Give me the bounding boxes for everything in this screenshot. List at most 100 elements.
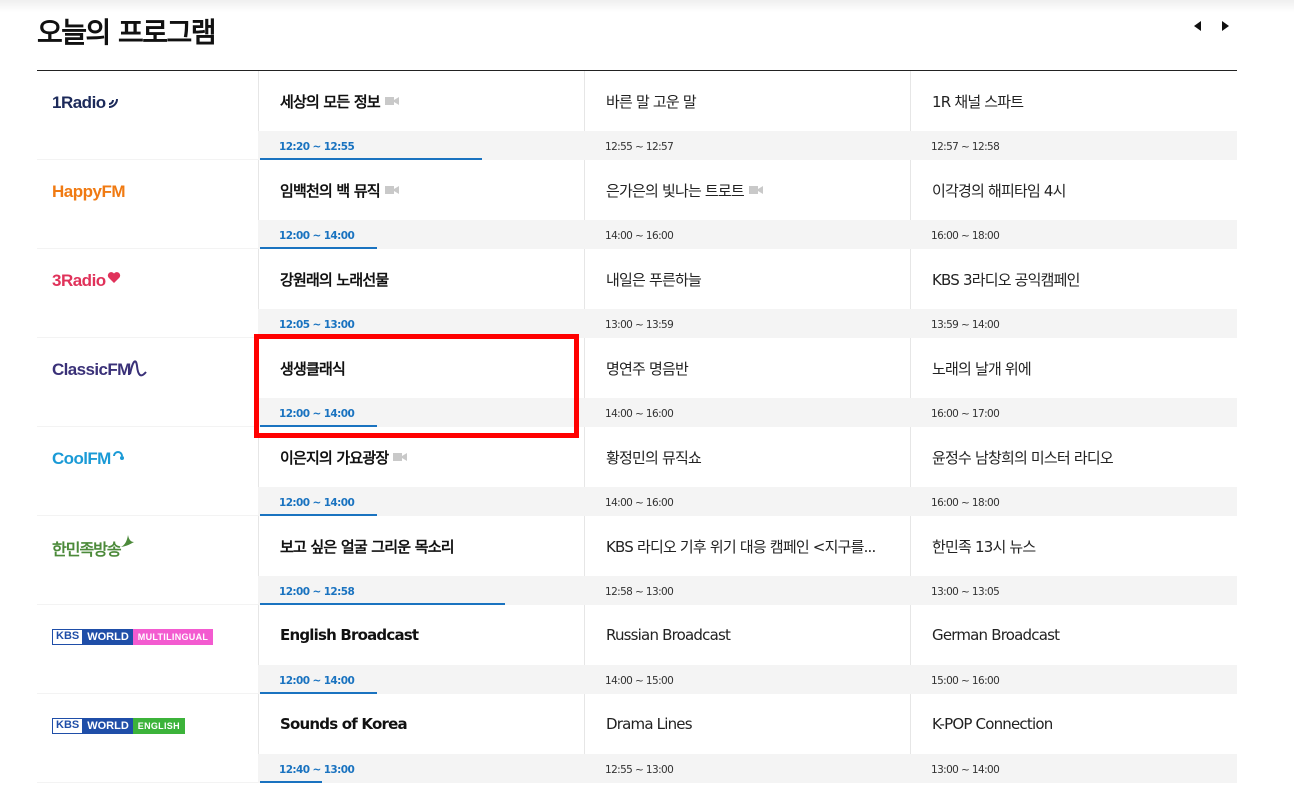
program-time-bar: 12:58 ~ 13:00 xyxy=(584,576,910,605)
program-title-link[interactable]: 한민족 13시 뉴스 xyxy=(910,516,1237,576)
program-name: 황정민의 뮤직쇼 xyxy=(606,448,702,467)
kbsworld-eng-logo[interactable]: KBS WORLD ENGLISH xyxy=(52,718,185,734)
schedule-nav xyxy=(1190,18,1232,34)
program-time-bar: 12:40 ~ 13:00 xyxy=(258,754,584,783)
program-time: 16:00 ~ 18:00 xyxy=(931,230,1000,242)
prev-arrow-button[interactable] xyxy=(1190,18,1204,34)
channel-cell: 1Radio xyxy=(37,71,258,160)
channel-row-1radio: 1Radio 세상의 모든 정보 12:20 ~ 12:55 바른 말 고운 말 12:… xyxy=(37,71,1237,160)
program-time: 14:00 ~ 16:00 xyxy=(605,230,674,242)
music-wave-icon xyxy=(128,360,147,377)
program-name: KBS 3라디오 공익캠페인 xyxy=(932,270,1080,289)
program-title-link[interactable]: 윤정수 남창희의 미스터 라디오 xyxy=(910,427,1237,487)
program-title-link[interactable]: 임백천의 백 뮤직 xyxy=(258,160,584,220)
program-cell: 세상의 모든 정보 12:20 ~ 12:55 xyxy=(258,71,584,160)
program-title-link[interactable]: 황정민의 뮤직쇼 xyxy=(584,427,910,487)
channel-row-coolfm: CoolFM 이은지의 가요광장 12:00 ~ 14:00 황정민의 뮤직쇼 14:0… xyxy=(37,427,1237,516)
classicfm-logo[interactable]: ClassicFM xyxy=(52,360,147,380)
program-title-link[interactable]: English Broadcast xyxy=(258,605,584,665)
program-name: 이은지의 가요광장 xyxy=(280,448,389,467)
program-time: 12:00 ~ 14:00 xyxy=(279,675,355,687)
program-title-link[interactable]: 내일은 푸른하늘 xyxy=(584,249,910,309)
program-time-bar: 16:00 ~ 18:00 xyxy=(910,220,1237,249)
program-name: 바른 말 고운 말 xyxy=(606,92,697,111)
program-title-link[interactable]: 1R 채널 스파트 xyxy=(910,71,1237,131)
program-time: 12:55 ~ 13:00 xyxy=(605,764,674,776)
program-title-link[interactable]: 강원래의 노래선물 xyxy=(258,249,584,309)
coolfm-logo[interactable]: CoolFM xyxy=(52,449,124,469)
program-title-link[interactable]: 이은지의 가요광장 xyxy=(258,427,584,487)
happyfm-logo[interactable]: HappyFM xyxy=(52,182,126,202)
program-time: 12:00 ~ 14:00 xyxy=(279,497,355,509)
program-cell: English Broadcast 12:00 ~ 14:00 xyxy=(258,605,584,694)
program-name: English Broadcast xyxy=(280,626,419,644)
program-cell: 황정민의 뮤직쇼 14:00 ~ 16:00 xyxy=(584,427,910,516)
program-cell: 1R 채널 스파트 12:57 ~ 12:58 xyxy=(910,71,1237,160)
program-name: 강원래의 노래선물 xyxy=(280,270,389,289)
program-title-link[interactable]: Drama Lines xyxy=(584,694,910,754)
program-title-link[interactable]: 노래의 날개 위에 xyxy=(910,338,1237,398)
program-time-bar: 16:00 ~ 17:00 xyxy=(910,398,1237,427)
channel-row-classicfm: ClassicFM 생생클래식 12:00 ~ 14:00 명연주 명음반 14:00 … xyxy=(37,338,1237,427)
3radio-logo[interactable]: 3Radio xyxy=(52,271,121,291)
channel-cell: CoolFM xyxy=(37,427,258,516)
channel-row-3radio: 3Radio 강원래의 노래선물 12:05 ~ 13:00 내일은 푸른하늘 13:0… xyxy=(37,249,1237,338)
program-cell: 노래의 날개 위에 16:00 ~ 17:00 xyxy=(910,338,1237,427)
program-title-link[interactable]: 생생클래식 xyxy=(258,338,584,398)
program-name: Sounds of Korea xyxy=(280,715,408,733)
program-title-link[interactable]: Sounds of Korea xyxy=(258,694,584,754)
next-arrow-button[interactable] xyxy=(1218,18,1232,34)
program-title-link[interactable]: 보고 싶은 얼굴 그리운 목소리 xyxy=(258,516,584,576)
program-cell: 보고 싶은 얼굴 그리운 목소리 12:00 ~ 12:58 xyxy=(258,516,584,605)
1radio-logo[interactable]: 1Radio xyxy=(52,93,121,113)
program-name: 은가은의 빛나는 트로트 xyxy=(606,181,745,200)
program-cell: 이은지의 가요광장 12:00 ~ 14:00 xyxy=(258,427,584,516)
program-time-bar: 12:55 ~ 12:57 xyxy=(584,131,910,160)
channel-cell: HappyFM xyxy=(37,160,258,249)
program-time: 14:00 ~ 16:00 xyxy=(605,497,674,509)
heart-icon xyxy=(107,271,120,283)
program-time-bar: 14:00 ~ 16:00 xyxy=(584,398,910,427)
channel-logo-wrap: 한민족방송 xyxy=(52,533,135,563)
channel-cell: ClassicFM xyxy=(37,338,258,427)
program-time: 13:00 ~ 13:05 xyxy=(931,586,1000,598)
program-cell: 강원래의 노래선물 12:05 ~ 13:00 xyxy=(258,249,584,338)
program-title-link[interactable]: German Broadcast xyxy=(910,605,1237,665)
program-time: 16:00 ~ 17:00 xyxy=(931,408,1000,420)
program-title-link[interactable]: KBS 3라디오 공익캠페인 xyxy=(910,249,1237,309)
program-cell: 윤정수 남창희의 미스터 라디오 16:00 ~ 18:00 xyxy=(910,427,1237,516)
program-cell: 은가은의 빛나는 트로트 14:00 ~ 16:00 xyxy=(584,160,910,249)
program-title-link[interactable]: 세상의 모든 정보 xyxy=(258,71,584,131)
program-title-link[interactable]: 명연주 명음반 xyxy=(584,338,910,398)
program-title-link[interactable]: KBS 라디오 기후 위기 대응 캠페인 <지구를... xyxy=(584,516,910,576)
hanminjok-logo[interactable]: 한민족방송 xyxy=(52,535,135,560)
radio-waves-icon xyxy=(108,98,118,108)
program-time: 13:00 ~ 13:59 xyxy=(605,319,674,331)
program-title-link[interactable]: 이각경의 해피타임 4시 xyxy=(910,160,1237,220)
channel-cell: KBS WORLD ENGLISH xyxy=(37,694,258,783)
program-cell: 임백천의 백 뮤직 12:00 ~ 14:00 xyxy=(258,160,584,249)
program-time-bar: 16:00 ~ 18:00 xyxy=(910,487,1237,516)
program-time: 12:05 ~ 13:00 xyxy=(279,319,355,331)
program-title-link[interactable]: 은가은의 빛나는 트로트 xyxy=(584,160,910,220)
program-name: 윤정수 남창희의 미스터 라디오 xyxy=(932,448,1114,467)
program-cell: 바른 말 고운 말 12:55 ~ 12:57 xyxy=(584,71,910,160)
program-name: 임백천의 백 뮤직 xyxy=(280,181,381,200)
program-time-bar: 12:00 ~ 14:00 xyxy=(258,487,584,516)
camera-icon xyxy=(748,185,763,195)
program-title-link[interactable]: 바른 말 고운 말 xyxy=(584,71,910,131)
program-cell: German Broadcast 15:00 ~ 16:00 xyxy=(910,605,1237,694)
program-time-bar: 12:55 ~ 13:00 xyxy=(584,754,910,783)
program-name: Drama Lines xyxy=(606,715,693,733)
bird-icon xyxy=(120,535,134,547)
kbsworld-multi-logo[interactable]: KBS WORLD MULTILINGUAL xyxy=(52,629,214,645)
program-time: 13:00 ~ 14:00 xyxy=(931,764,1000,776)
program-title-link[interactable]: K-POP Connection xyxy=(910,694,1237,754)
program-time-bar: 14:00 ~ 16:00 xyxy=(584,487,910,516)
program-time: 12:55 ~ 12:57 xyxy=(605,141,674,153)
program-time: 14:00 ~ 16:00 xyxy=(605,408,674,420)
program-name: 이각경의 해피타임 4시 xyxy=(932,181,1066,200)
program-time-bar: 13:59 ~ 14:00 xyxy=(910,309,1237,338)
program-title-link[interactable]: Russian Broadcast xyxy=(584,605,910,665)
program-time: 12:58 ~ 13:00 xyxy=(605,586,674,598)
